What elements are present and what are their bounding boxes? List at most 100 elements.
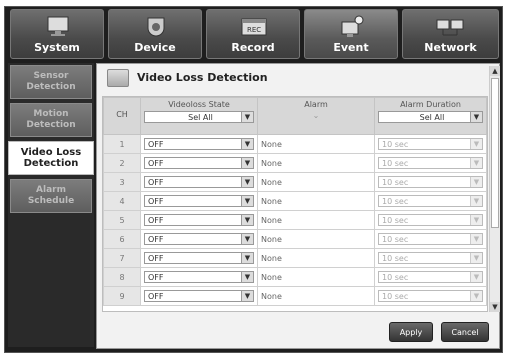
select-value: 10 sec	[382, 292, 409, 301]
chevron-down-icon: ▼	[470, 291, 482, 301]
duration-select[interactable]: 10 sec ▼	[378, 290, 483, 302]
alarm-cell[interactable]: None	[257, 153, 375, 173]
state-select[interactable]: OFF ▼	[144, 252, 254, 264]
network-icon	[436, 19, 464, 36]
duration-select[interactable]: 10 sec ▼	[378, 195, 483, 207]
column-header-label: Alarm	[304, 100, 328, 109]
sidebar-item-alarm-schedule[interactable]: Alarm Schedule	[10, 179, 92, 213]
alarm-cell[interactable]: None	[257, 172, 375, 192]
channel-cell: 9	[103, 286, 141, 306]
tab-label: Device	[134, 41, 176, 54]
duration-select[interactable]: 10 sec ▼	[378, 138, 483, 150]
state-select-all[interactable]: Sel All ▼	[144, 111, 254, 123]
chevron-down-icon: ▼	[241, 291, 253, 301]
scroll-thumb[interactable]	[491, 78, 499, 228]
sidebar-item-label: Schedule	[27, 196, 75, 206]
duration-select[interactable]: 10 sec ▼	[378, 233, 483, 245]
chevron-down-icon: ▼	[241, 177, 253, 187]
select-value: Sel All	[188, 113, 213, 122]
sidebar-item-video-loss-detection[interactable]: Video Loss Detection	[8, 141, 94, 175]
table-row: 6 OFF ▼ None 10 sec ▼	[103, 229, 487, 249]
column-header-videoloss-state: Videoloss State Sel All ▼	[140, 97, 258, 135]
apply-button[interactable]: Apply	[389, 322, 433, 342]
state-select[interactable]: OFF ▼	[144, 290, 254, 302]
sidebar-item-label: Motion	[33, 109, 69, 119]
select-value: OFF	[148, 140, 164, 149]
duration-cell: 10 sec ▼	[374, 229, 487, 249]
chevron-down-icon: ▼	[241, 139, 253, 149]
tab-label: System	[34, 41, 80, 54]
tab-system[interactable]: System	[10, 9, 104, 59]
duration-select[interactable]: 10 sec ▼	[378, 176, 483, 188]
tab-record[interactable]: REC Record	[206, 9, 300, 59]
page-title: Video Loss Detection	[137, 71, 268, 84]
chevron-down-icon: ▼	[241, 112, 253, 122]
channel-cell: 5	[103, 210, 141, 230]
select-value: OFF	[148, 273, 164, 282]
sidebar-item-label: Sensor	[33, 71, 69, 81]
column-header-label: Videoloss State	[168, 100, 230, 109]
event-camera-icon	[341, 15, 364, 37]
alarm-cell[interactable]: None	[257, 267, 375, 287]
column-header-alarm-duration: Alarm Duration Sel All ▼	[374, 97, 487, 135]
select-value: 10 sec	[382, 178, 409, 187]
scroll-down-icon[interactable]: ▼	[490, 302, 500, 312]
duration-cell: 10 sec ▼	[374, 172, 487, 192]
chevron-down-icon: ▼	[241, 272, 253, 282]
duration-select[interactable]: 10 sec ▼	[378, 214, 483, 226]
state-select[interactable]: OFF ▼	[144, 214, 254, 226]
state-select[interactable]: OFF ▼	[144, 157, 254, 169]
duration-select[interactable]: 10 sec ▼	[378, 252, 483, 264]
alarm-chevron-icon[interactable]: ⌄	[261, 111, 371, 120]
alarm-cell[interactable]: None	[257, 134, 375, 154]
record-icon: REC	[241, 18, 267, 36]
state-select[interactable]: OFF ▼	[144, 195, 254, 207]
main-panel: Video Loss Detection CH Videoloss State …	[96, 63, 500, 349]
tab-network[interactable]: Network	[402, 9, 499, 59]
chevron-down-icon: ▼	[470, 215, 482, 225]
sidebar-item-label: Detection	[26, 82, 76, 92]
alarm-cell[interactable]: None	[257, 210, 375, 230]
table-row: 5 OFF ▼ None 10 sec ▼	[103, 210, 487, 230]
select-value: OFF	[148, 216, 164, 225]
vertical-scrollbar[interactable]: ▲ ▼	[489, 66, 500, 312]
state-cell: OFF ▼	[140, 172, 258, 192]
table-row: 9 OFF ▼ None 10 sec ▼	[103, 286, 487, 306]
duration-select-all[interactable]: Sel All ▼	[378, 111, 483, 123]
select-value: 10 sec	[382, 197, 409, 206]
duration-select[interactable]: 10 sec ▼	[378, 157, 483, 169]
table-row: 1 OFF ▼ None 10 sec ▼	[103, 134, 487, 154]
alarm-cell[interactable]: None	[257, 248, 375, 268]
state-select[interactable]: OFF ▼	[144, 233, 254, 245]
state-cell: OFF ▼	[140, 210, 258, 230]
duration-cell: 10 sec ▼	[374, 153, 487, 173]
monitor-icon	[47, 16, 69, 36]
channel-cell: 7	[103, 248, 141, 268]
duration-select[interactable]: 10 sec ▼	[378, 271, 483, 283]
tab-device[interactable]: Device	[108, 9, 202, 59]
alarm-cell[interactable]: None	[257, 286, 375, 306]
state-select[interactable]: OFF ▼	[144, 271, 254, 283]
duration-cell: 10 sec ▼	[374, 191, 487, 211]
select-value: 10 sec	[382, 216, 409, 225]
sidebar-item-label: Detection	[23, 158, 79, 169]
select-value: OFF	[148, 292, 164, 301]
state-cell: OFF ▼	[140, 134, 258, 154]
state-select[interactable]: OFF ▼	[144, 138, 254, 150]
tab-event[interactable]: Event	[304, 9, 398, 59]
table-row: 8 OFF ▼ None 10 sec ▼	[103, 267, 487, 287]
scroll-up-icon[interactable]: ▲	[490, 66, 500, 76]
state-select[interactable]: OFF ▼	[144, 176, 254, 188]
tab-label: Network	[424, 41, 477, 54]
alarm-cell[interactable]: None	[257, 191, 375, 211]
alarm-cell[interactable]: None	[257, 229, 375, 249]
sidebar-item-sensor-detection[interactable]: Sensor Detection	[10, 65, 92, 99]
column-header-label: CH	[116, 110, 128, 119]
select-value: 10 sec	[382, 254, 409, 263]
sidebar-item-motion-detection[interactable]: Motion Detection	[10, 103, 92, 137]
select-value: OFF	[148, 159, 164, 168]
top-tab-bar: System Device REC Record Event Network	[10, 9, 499, 62]
sidebar-item-label: Video Loss	[20, 147, 82, 158]
cancel-button[interactable]: Cancel	[441, 322, 489, 342]
duration-cell: 10 sec ▼	[374, 248, 487, 268]
